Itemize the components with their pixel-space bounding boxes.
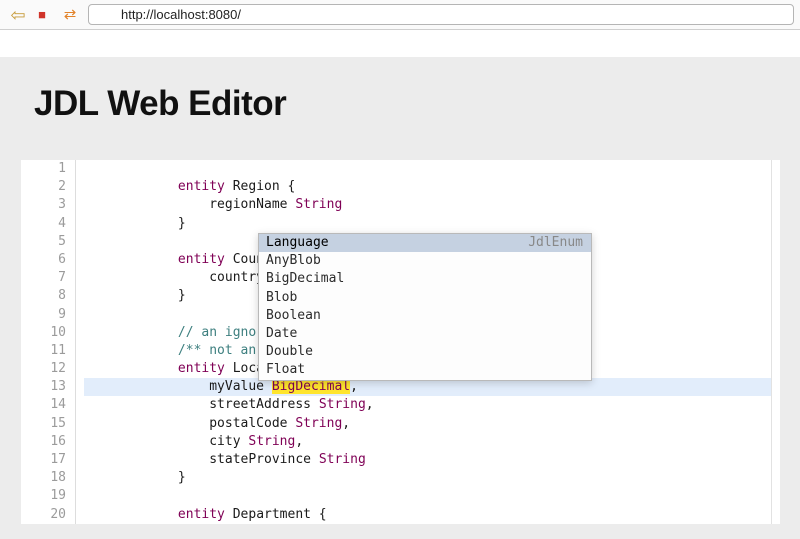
line-number: 6 (21, 251, 66, 269)
completion-item[interactable]: Double (259, 343, 591, 361)
completion-selected-type: JdlEnum (528, 234, 583, 252)
line-number: 13 (21, 378, 66, 396)
line-number: 18 (21, 469, 66, 487)
browser-toolbar: ⇦ ■ ⇄ (0, 0, 800, 30)
line-number: 17 (21, 451, 66, 469)
line-number: 10 (21, 324, 66, 342)
completion-item-selected[interactable]: Language JdlEnum (259, 234, 591, 252)
refresh-icon[interactable]: ⇄ (60, 7, 80, 22)
completion-item[interactable]: AnyBlob (259, 252, 591, 270)
code-line[interactable]: } (84, 215, 780, 233)
code-line[interactable]: stateProvince String (84, 451, 780, 469)
code-line[interactable]: } (84, 469, 780, 487)
gutter: 1234567891011121314151617181920 (21, 160, 76, 524)
line-number: 11 (21, 342, 66, 360)
line-number: 15 (21, 415, 66, 433)
line-number: 5 (21, 233, 66, 251)
code-editor[interactable]: 1234567891011121314151617181920 entity R… (21, 160, 780, 524)
completion-selected-label: Language (266, 234, 329, 252)
line-number: 16 (21, 433, 66, 451)
line-number: 12 (21, 360, 66, 378)
code-line[interactable]: myValue BigDecimal, (84, 378, 780, 396)
url-input[interactable] (88, 4, 794, 25)
completion-item[interactable]: BigDecimal (259, 270, 591, 288)
completion-list: AnyBlobBigDecimalBlobBooleanDateDoubleFl… (259, 252, 591, 379)
code-line[interactable]: entity Department { (84, 506, 780, 524)
completion-item[interactable]: Float (259, 361, 591, 379)
autocomplete-popup: Language JdlEnum AnyBlobBigDecimalBlobBo… (258, 233, 592, 381)
line-number: 20 (21, 506, 66, 524)
code-line[interactable]: streetAddress String, (84, 396, 780, 414)
code-line[interactable]: city String, (84, 433, 780, 451)
line-number: 7 (21, 269, 66, 287)
page-background: JDL Web Editor 1234567891011121314151617… (0, 57, 800, 539)
page-title: JDL Web Editor (0, 57, 800, 125)
line-number: 19 (21, 487, 66, 505)
line-number: 4 (21, 215, 66, 233)
line-number: 1 (21, 160, 66, 178)
line-number: 2 (21, 178, 66, 196)
scrollbar-track[interactable] (771, 160, 780, 524)
page-margin (0, 30, 800, 57)
code-line[interactable] (84, 160, 780, 178)
completion-item[interactable]: Blob (259, 289, 591, 307)
code-line[interactable]: regionName String (84, 196, 780, 214)
code-line[interactable] (84, 487, 780, 505)
line-number: 8 (21, 287, 66, 305)
code-line[interactable]: entity Region { (84, 178, 780, 196)
stop-icon[interactable]: ■ (34, 8, 50, 21)
line-number: 9 (21, 306, 66, 324)
browser-window: ⇦ ■ ⇄ JDL Web Editor 1234567891011121314… (0, 0, 800, 539)
completion-item[interactable]: Boolean (259, 307, 591, 325)
code-line[interactable]: postalCode String, (84, 415, 780, 433)
completion-item[interactable]: Date (259, 325, 591, 343)
line-number: 3 (21, 196, 66, 214)
back-icon[interactable]: ⇦ (6, 6, 30, 24)
line-number: 14 (21, 396, 66, 414)
